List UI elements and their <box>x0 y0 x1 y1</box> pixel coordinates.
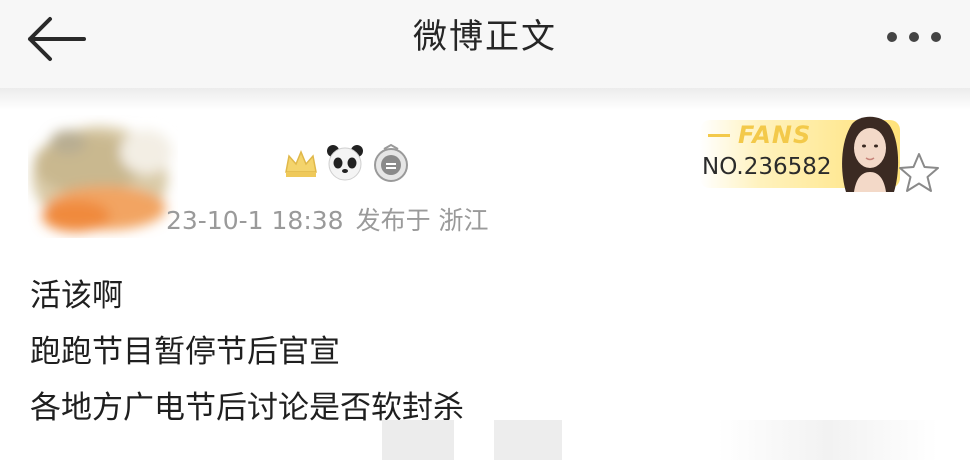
fans-badge-dash <box>708 134 730 137</box>
panda-icon <box>327 145 363 181</box>
fans-badge[interactable]: FANS NO.236582 <box>684 112 916 194</box>
content-line: 活该啊 <box>30 278 123 314</box>
nav-bar: 微博正文 <box>0 0 970 88</box>
page-title: 微博正文 <box>413 17 557 57</box>
ellipsis-icon[interactable] <box>880 26 948 48</box>
post-meta: 23-10-1 18:38 发布于 浙江 <box>166 204 489 238</box>
blurred-region <box>718 420 938 460</box>
blurred-region <box>382 420 454 460</box>
blurred-region <box>494 420 562 460</box>
post-timestamp: 23-10-1 18:38 <box>166 206 344 235</box>
star-icon[interactable] <box>896 150 942 196</box>
post-location: 发布于 浙江 <box>355 206 489 235</box>
fans-badge-label: FANS <box>738 121 812 149</box>
vip-medal-icon <box>374 143 408 182</box>
fans-badge-number: NO.236582 <box>702 154 832 180</box>
content-line: 跑跑节目暂停节后官宣 <box>30 334 340 370</box>
nav-divider <box>0 88 970 110</box>
user-avatar[interactable] <box>28 112 178 238</box>
post-content: 活该啊 跑跑节目暂停节后官宣 各地方广电节后讨论是否软封杀 <box>30 268 464 436</box>
crown-icon <box>285 150 317 177</box>
